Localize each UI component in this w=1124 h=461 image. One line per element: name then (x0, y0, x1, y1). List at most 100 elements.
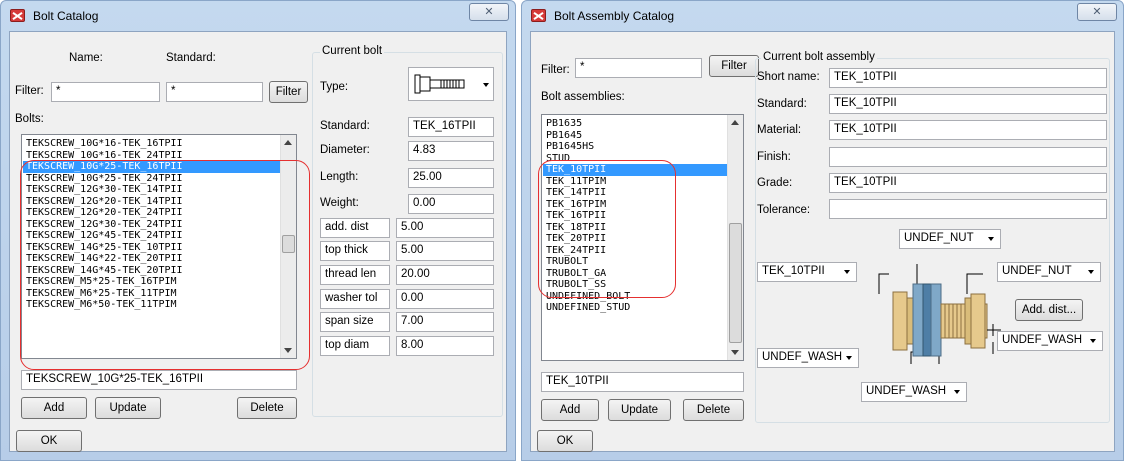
ok-button[interactable]: OK (537, 430, 593, 452)
top-nut-value: UNDEF_NUT (904, 232, 974, 244)
bolt-assembly-catalog-window: Bolt Assembly Catalog ✕ Filter: * Filter… (521, 0, 1124, 461)
bolt-catalog-window: Bolt Catalog ✕ Name: Standard: Filter: *… (0, 0, 516, 461)
finish-field[interactable] (829, 147, 1107, 167)
update-button[interactable]: Update (608, 399, 671, 421)
scroll-down-icon[interactable] (731, 350, 739, 355)
list-item[interactable]: TEKSCREW_10G*25-TEK_16TPII (23, 161, 280, 173)
chevron-down-icon (483, 83, 489, 87)
list-item[interactable]: PB1645HS (543, 141, 727, 153)
diameter-field[interactable]: 4.83 (408, 141, 494, 161)
list-item[interactable]: TEKSCREW_12G*30-TEK_14TPII (23, 184, 280, 196)
delete-button[interactable]: Delete (237, 397, 297, 419)
bolt-catalog-titlebar[interactable]: Bolt Catalog ✕ (1, 1, 515, 31)
list-item[interactable]: TRUBOLT_SS (543, 279, 727, 291)
scroll-down-icon[interactable] (284, 348, 292, 353)
scroll-up-icon[interactable] (284, 140, 292, 145)
assemblies-list[interactable]: PB1635 PB1645 PB1645HS STUD TEK_10TPII TEK_11… (541, 114, 744, 361)
list-item[interactable]: TEKSCREW_M5*25-TEK_16TPIM (23, 276, 280, 288)
standard-field[interactable]: TEK_10TPII (829, 94, 1107, 114)
list-item[interactable]: TEKSCREW_10G*25-TEK_24TPII (23, 173, 280, 185)
list-item[interactable]: TEKSCREW_10G*16-TEK_16TPII (23, 138, 280, 150)
window-title: Bolt Catalog (33, 9, 99, 23)
add-button[interactable]: Add (541, 399, 599, 421)
close-icon[interactable]: ✕ (1077, 3, 1117, 21)
list-item[interactable]: UNDEFINED_STUD (543, 302, 727, 314)
list-item[interactable]: TRUBOLT (543, 256, 727, 268)
list-item[interactable]: TRUBOLT_GA (543, 268, 727, 280)
thread-len-field[interactable]: 20.00 (396, 265, 494, 285)
filter-button[interactable]: Filter (269, 81, 308, 103)
bolt-dropdown[interactable]: TEK_10TPII (757, 262, 857, 282)
bottom-washer-value: UNDEF_WASH (866, 385, 947, 397)
selected-bolt-input[interactable]: TEKSCREW_10G*25-TEK_16TPII (21, 370, 297, 390)
update-button[interactable]: Update (95, 397, 161, 419)
span-size-field[interactable]: 7.00 (396, 312, 494, 332)
short-name-field[interactable]: TEK_10TPII (829, 68, 1107, 88)
list-item[interactable]: TEKSCREW_12G*20-TEK_14TPII (23, 196, 280, 208)
add-button[interactable]: Add (21, 397, 87, 419)
top-diam-field[interactable]: 8.00 (396, 336, 494, 356)
type-label: Type: (320, 81, 349, 93)
list-item[interactable]: TEK_24TPII (543, 245, 727, 257)
list-item[interactable]: TEKSCREW_12G*30-TEK_24TPII (23, 219, 280, 231)
standard-label: Standard: (757, 98, 807, 110)
left-washer-dropdown[interactable]: UNDEF_WASH (757, 348, 859, 368)
assembly-catalog-titlebar[interactable]: Bolt Assembly Catalog ✕ (522, 1, 1123, 31)
list-item[interactable]: TEKSCREW_12G*20-TEK_24TPII (23, 207, 280, 219)
list-item[interactable]: UNDEFINED_BOLT (543, 291, 727, 303)
add-dist-button[interactable]: Add. dist... (1015, 299, 1083, 321)
list-item[interactable]: TEKSCREW_M6*25-TEK_11TPIM (23, 288, 280, 300)
scroll-thumb[interactable] (282, 235, 295, 253)
bolts-list[interactable]: TEKSCREW_10G*16-TEK_16TPII TEKSCREW_10G*1… (21, 134, 297, 359)
list-item[interactable]: STUD (543, 153, 727, 165)
list-item[interactable]: TEK_20TPII (543, 233, 727, 245)
list-item[interactable]: TEKSCREW_12G*45-TEK_24TPII (23, 230, 280, 242)
bolt-value: TEK_10TPII (762, 265, 825, 277)
right-nut-dropdown[interactable]: UNDEF_NUT (997, 262, 1101, 282)
delete-button[interactable]: Delete (683, 399, 744, 421)
assemblies-scrollbar[interactable] (727, 115, 743, 360)
length-field[interactable]: 25.00 (408, 168, 494, 188)
grade-field[interactable]: TEK_10TPII (829, 173, 1107, 193)
washer-tol-field[interactable]: 0.00 (396, 289, 494, 309)
app-icon (531, 9, 546, 22)
current-bolt-caption: Current bolt (320, 45, 385, 57)
top-nut-dropdown[interactable]: UNDEF_NUT (899, 229, 1001, 249)
list-item[interactable]: TEKSCREW_10G*16-TEK_24TPII (23, 150, 280, 162)
filter-button[interactable]: Filter (709, 55, 759, 77)
right-washer-value: UNDEF_WASH (1002, 334, 1083, 346)
list-item[interactable]: PB1645 (543, 130, 727, 142)
list-item[interactable]: TEK_14TPII (543, 187, 727, 199)
chevron-down-icon (1090, 339, 1096, 343)
list-item[interactable]: TEKSCREW_M6*50-TEK_11TPIM (23, 299, 280, 311)
assembly-filter-input[interactable]: * (575, 58, 702, 78)
material-field[interactable]: TEK_10TPII (829, 120, 1107, 140)
list-item[interactable]: TEK_16TPIM (543, 199, 727, 211)
list-item[interactable]: TEK_18TPII (543, 222, 727, 234)
list-item[interactable]: TEK_11TPIM (543, 176, 727, 188)
bolts-scrollbar[interactable] (280, 135, 296, 358)
add-dist-field[interactable]: 5.00 (396, 218, 494, 238)
right-washer-dropdown[interactable]: UNDEF_WASH (997, 331, 1103, 351)
scroll-up-icon[interactable] (731, 120, 739, 125)
tolerance-field[interactable] (829, 199, 1107, 219)
list-item[interactable]: PB1635 (543, 118, 727, 130)
filter-name-input[interactable]: * (51, 82, 160, 102)
ok-button[interactable]: OK (16, 430, 82, 452)
top-thick-field[interactable]: 5.00 (396, 241, 494, 261)
selected-assembly-input[interactable]: TEK_10TPII (541, 372, 744, 392)
bolt-type-dropdown[interactable] (408, 67, 494, 101)
list-item[interactable]: TEKSCREW_14G*45-TEK_20TPII (23, 265, 280, 277)
filter-standard-input[interactable]: * (166, 82, 263, 102)
close-icon[interactable]: ✕ (469, 3, 509, 21)
list-item[interactable]: TEK_10TPII (543, 164, 727, 176)
standard-field-label: Standard: (320, 120, 370, 132)
scroll-thumb[interactable] (729, 223, 742, 343)
standard-field[interactable]: TEK_16TPII (408, 117, 494, 137)
list-item[interactable]: TEKSCREW_14G*25-TEK_10TPII (23, 242, 280, 254)
washer-tol-label: washer tol (320, 289, 390, 309)
weight-field[interactable]: 0.00 (408, 194, 494, 214)
list-item[interactable]: TEKSCREW_14G*22-TEK_20TPII (23, 253, 280, 265)
list-item[interactable]: TEK_16TPII (543, 210, 727, 222)
bottom-washer-dropdown[interactable]: UNDEF_WASH (861, 382, 967, 402)
